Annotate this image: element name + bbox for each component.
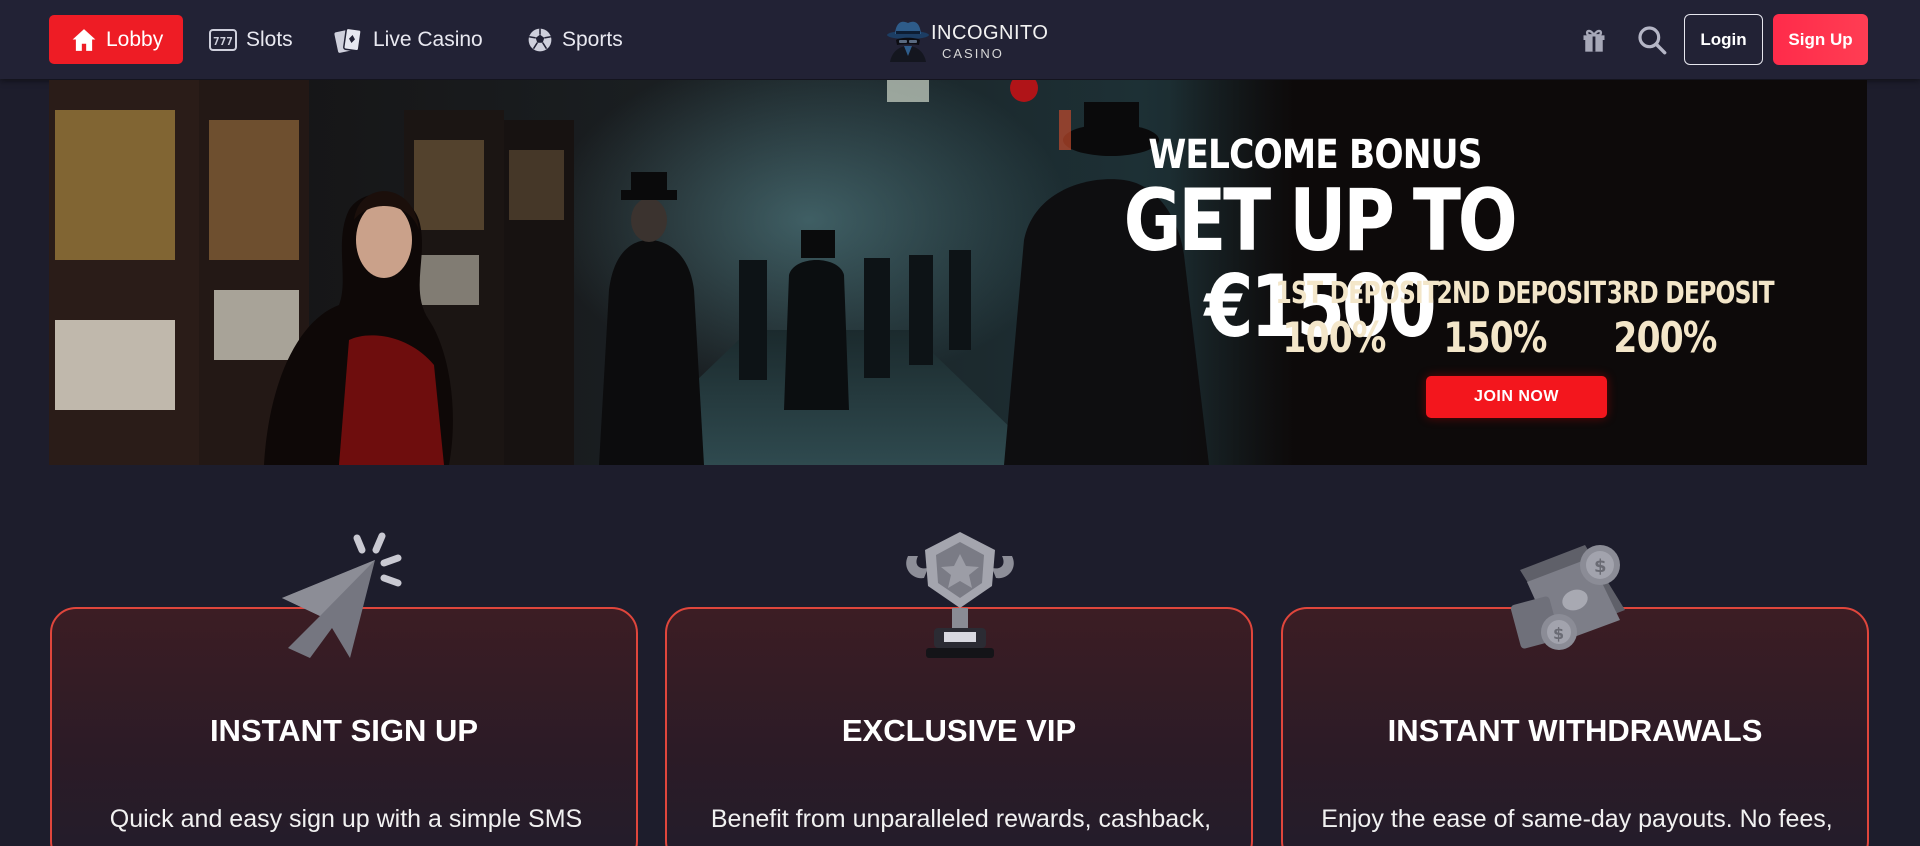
svg-text:777: 777 bbox=[213, 35, 233, 48]
slot-machine-icon: 777 bbox=[209, 28, 237, 51]
deposit-offer: 3RD DEPOSIT 200% bbox=[1590, 276, 1775, 362]
feature-description: Benefit from unparalleled rewards, cashb… bbox=[710, 805, 1212, 833]
feature-title: EXCLUSIVE VIP bbox=[841, 713, 1077, 748]
gift-button[interactable] bbox=[1580, 26, 1608, 59]
nav-lobby[interactable]: Lobby bbox=[49, 15, 184, 64]
nav-slots[interactable]: 777 Slots bbox=[209, 15, 293, 64]
deposit-offer: 1ST DEPOSIT 100% bbox=[1259, 276, 1439, 362]
signup-button[interactable]: Sign Up bbox=[1773, 14, 1868, 65]
deposit-label: 2ND DEPOSIT bbox=[1436, 276, 1607, 311]
welcome-bonus-banner[interactable]: WELCOME BONUS GET UP TO €1500 1ST DEPOSI… bbox=[49, 80, 1867, 465]
nav-sports-label: Sports bbox=[562, 27, 623, 51]
deposit-percent: 200% bbox=[1613, 313, 1717, 362]
search-button[interactable] bbox=[1636, 24, 1668, 61]
login-button[interactable]: Login bbox=[1684, 14, 1763, 65]
nav-slots-label: Slots bbox=[246, 27, 293, 51]
home-icon bbox=[72, 28, 96, 51]
svg-text:$: $ bbox=[1553, 624, 1564, 643]
spy-hat-icon bbox=[887, 21, 929, 62]
nav-live-casino[interactable]: Live Casino bbox=[334, 15, 483, 64]
svg-text:$: $ bbox=[1594, 556, 1607, 577]
feature-title: INSTANT SIGN UP bbox=[209, 713, 479, 748]
site-logo[interactable]: INCOGNITO CASINO bbox=[886, 16, 1048, 64]
feature-description: Quick and easy sign up with a simple SMS bbox=[109, 805, 583, 833]
logo-title: INCOGNITO bbox=[931, 22, 1049, 44]
deposit-percent: 100% bbox=[1282, 313, 1386, 362]
money-coins-icon: $ $ bbox=[1510, 545, 1625, 650]
feature-description: Enjoy the ease of same-day payouts. No f… bbox=[1321, 805, 1833, 833]
gift-icon bbox=[1583, 29, 1605, 52]
deposit-percent: 150% bbox=[1443, 313, 1547, 362]
trophy-icon bbox=[906, 532, 1014, 658]
deposit-label: 3RD DEPOSIT bbox=[1606, 276, 1775, 311]
top-navbar: Lobby 777 Slots Live Casino Sports INCOG… bbox=[0, 0, 1920, 79]
deposit-label: 1ST DEPOSIT bbox=[1275, 276, 1439, 311]
nav-sports[interactable]: Sports bbox=[527, 15, 623, 64]
playing-cards-icon bbox=[334, 27, 362, 53]
soccer-ball-icon bbox=[528, 28, 552, 51]
search-icon bbox=[1638, 26, 1667, 55]
join-now-button[interactable]: JOIN NOW bbox=[1426, 376, 1607, 418]
deposit-offer: 2ND DEPOSIT 150% bbox=[1420, 276, 1607, 362]
cursor-click-icon bbox=[282, 532, 402, 658]
nav-live-casino-label: Live Casino bbox=[373, 27, 483, 51]
logo-subtitle: CASINO bbox=[942, 46, 1004, 61]
nav-lobby-label: Lobby bbox=[106, 27, 164, 51]
feature-title: INSTANT WITHDRAWALS bbox=[1387, 713, 1763, 748]
